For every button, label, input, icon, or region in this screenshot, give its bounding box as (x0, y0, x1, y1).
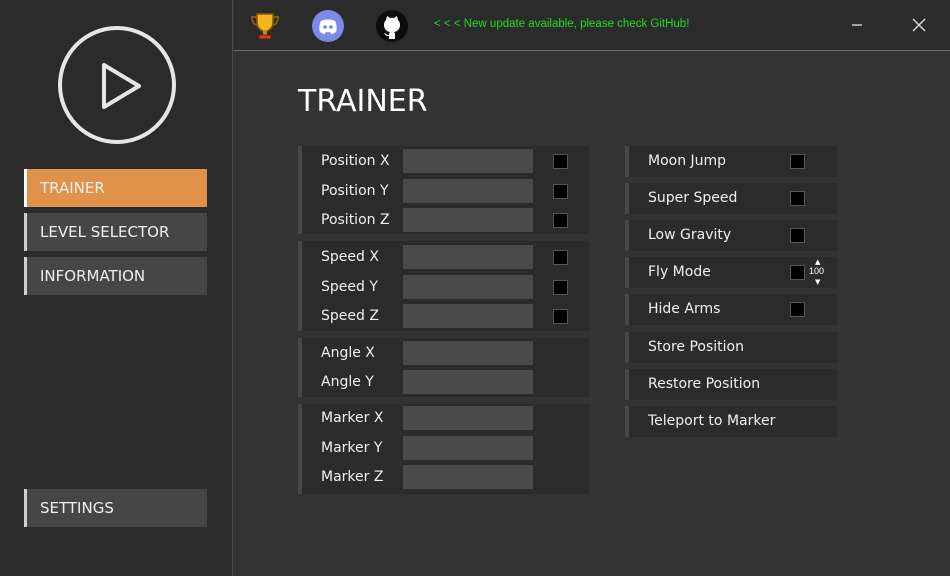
low-gravity-toggle[interactable]: Low Gravity (625, 220, 837, 251)
speed-z-label: Speed Z (321, 308, 379, 324)
nav-trainer[interactable]: TRAINER (24, 169, 207, 207)
marker-z-label: Marker Z (321, 469, 384, 485)
position-z-input[interactable] (403, 208, 533, 232)
nav-level-selector[interactable]: LEVEL SELECTOR (24, 213, 207, 251)
nav-settings[interactable]: SETTINGS (24, 489, 207, 527)
page-title: TRAINER (298, 84, 428, 119)
hide-arms-label: Hide Arms (648, 301, 721, 317)
trophy-icon[interactable] (249, 10, 281, 42)
speed-x-label: Speed X (321, 249, 379, 265)
marker-y-input[interactable] (403, 436, 533, 460)
marker-y-row: Marker Y (302, 436, 589, 462)
super-speed-toggle[interactable]: Super Speed (625, 183, 837, 214)
position-z-label: Position Z (321, 212, 390, 228)
position-y-input[interactable] (403, 179, 533, 203)
nav-level-selector-label: LEVEL SELECTOR (40, 223, 170, 241)
low-gravity-checkbox[interactable] (790, 228, 805, 243)
angle-y-row: Angle Y (302, 370, 589, 396)
nav-information-label: INFORMATION (40, 267, 146, 285)
fly-mode-checkbox[interactable] (790, 265, 805, 280)
speed-x-input[interactable] (403, 245, 533, 269)
teleport-to-marker-button[interactable]: Teleport to Marker (625, 406, 837, 437)
restore-position-button[interactable]: Restore Position (625, 369, 837, 400)
speed-y-row: Speed Y (302, 275, 589, 301)
low-gravity-label: Low Gravity (648, 227, 732, 243)
sidebar: TRAINER LEVEL SELECTOR INFORMATION SETTI… (0, 0, 233, 576)
store-position-button[interactable]: Store Position (625, 332, 837, 363)
play-logo-icon (58, 26, 176, 144)
fly-mode-toggle[interactable]: Fly Mode ▲ 100 ▼ (625, 257, 837, 288)
speed-y-label: Speed Y (321, 279, 378, 295)
position-group: Position X Position Y Position Z (298, 146, 589, 234)
update-message[interactable]: < < < New update available, please check… (434, 18, 689, 30)
angle-x-label: Angle X (321, 345, 375, 361)
hide-arms-toggle[interactable]: Hide Arms (625, 294, 837, 325)
marker-y-label: Marker Y (321, 440, 383, 456)
speed-z-input[interactable] (403, 304, 533, 328)
discord-icon[interactable] (312, 10, 344, 42)
angle-x-row: Angle X (302, 341, 589, 367)
position-z-freeze-checkbox[interactable] (553, 213, 568, 228)
position-z-row: Position Z (302, 208, 589, 234)
speed-z-row: Speed Z (302, 304, 589, 330)
fly-speed-value[interactable]: 100 (809, 266, 824, 276)
angle-y-label: Angle Y (321, 374, 374, 390)
nav-settings-label: SETTINGS (40, 499, 114, 517)
hide-arms-checkbox[interactable] (790, 302, 805, 317)
store-position-label: Store Position (648, 339, 744, 355)
fly-speed-spinner[interactable]: ▲ 100 ▼ (808, 257, 830, 288)
spinner-up-icon[interactable]: ▲ (815, 258, 820, 266)
top-bar: < < < New update available, please check… (234, 0, 950, 51)
marker-z-row: Marker Z (302, 465, 589, 491)
moon-jump-label: Moon Jump (648, 153, 727, 169)
speed-y-freeze-checkbox[interactable] (553, 280, 568, 295)
restore-position-label: Restore Position (648, 376, 761, 392)
close-icon[interactable] (904, 10, 934, 40)
spinner-down-icon[interactable]: ▼ (815, 278, 820, 286)
super-speed-label: Super Speed (648, 190, 738, 206)
position-x-freeze-checkbox[interactable] (553, 154, 568, 169)
speed-x-freeze-checkbox[interactable] (553, 250, 568, 265)
position-x-label: Position X (321, 153, 390, 169)
moon-jump-checkbox[interactable] (790, 154, 805, 169)
marker-x-input[interactable] (403, 406, 533, 430)
marker-x-row: Marker X (302, 406, 589, 432)
teleport-to-marker-label: Teleport to Marker (648, 413, 776, 429)
minimize-icon[interactable] (842, 10, 872, 40)
position-y-label: Position Y (321, 183, 389, 199)
super-speed-checkbox[interactable] (790, 191, 805, 206)
nav-information[interactable]: INFORMATION (24, 257, 207, 295)
fly-mode-label: Fly Mode (648, 264, 711, 280)
marker-x-label: Marker X (321, 410, 384, 426)
nav-trainer-label: TRAINER (40, 179, 105, 197)
speed-y-input[interactable] (403, 275, 533, 299)
position-x-row: Position X (302, 149, 589, 175)
speed-z-freeze-checkbox[interactable] (553, 309, 568, 324)
marker-group: Marker X Marker Y Marker Z (298, 404, 589, 494)
position-x-input[interactable] (403, 149, 533, 173)
speed-x-row: Speed X (302, 245, 589, 271)
marker-z-input[interactable] (403, 465, 533, 489)
github-icon[interactable] (376, 10, 408, 42)
angle-y-input[interactable] (403, 370, 533, 394)
position-y-freeze-checkbox[interactable] (553, 184, 568, 199)
angle-x-input[interactable] (403, 341, 533, 365)
angle-group: Angle X Angle Y (298, 338, 589, 397)
moon-jump-toggle[interactable]: Moon Jump (625, 146, 837, 177)
position-y-row: Position Y (302, 179, 589, 205)
speed-group: Speed X Speed Y Speed Z (298, 241, 589, 331)
